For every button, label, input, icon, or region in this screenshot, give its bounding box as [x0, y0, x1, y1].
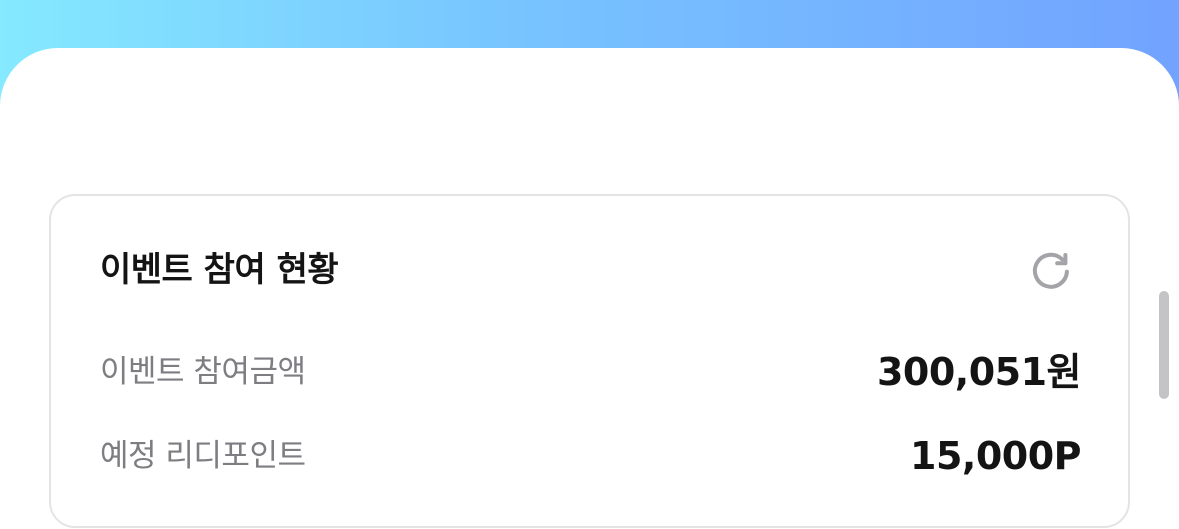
participation-amount-value: 300,051원 [876, 350, 1082, 394]
card-title: 이벤트 참여 현황 [100, 250, 339, 290]
refresh-icon [1032, 252, 1069, 289]
expected-points-value: 15,000P [910, 434, 1082, 478]
expected-points-row: 예정 리디포인트 15,000P [100, 432, 1082, 480]
scrollbar[interactable] [1159, 291, 1169, 399]
refresh-button[interactable] [1028, 247, 1074, 293]
content-sheet: 이벤트 참여 현황 이벤트 참여금액 300,051원 예정 리디포인트 15,… [0, 48, 1179, 529]
participation-amount-label: 이벤트 참여금액 [100, 354, 306, 390]
participation-amount-row: 이벤트 참여금액 300,051원 [100, 348, 1082, 396]
event-status-card: 이벤트 참여 현황 이벤트 참여금액 300,051원 예정 리디포인트 15,… [49, 194, 1130, 528]
expected-points-label: 예정 리디포인트 [100, 438, 306, 474]
